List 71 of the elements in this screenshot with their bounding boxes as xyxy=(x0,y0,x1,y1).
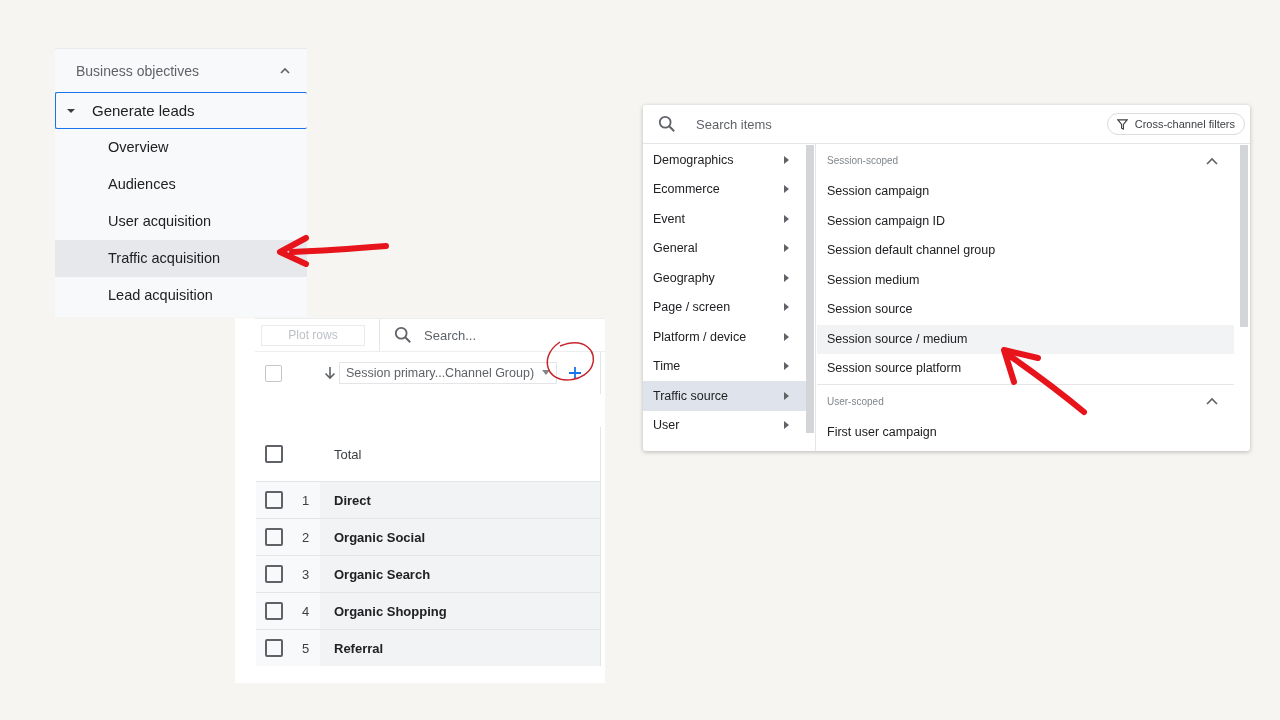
chevron-right-icon xyxy=(784,421,789,430)
chevron-icon[interactable] xyxy=(1206,156,1218,165)
nav-item[interactable]: User acquisition xyxy=(55,203,307,240)
option-item[interactable]: Session medium xyxy=(817,265,1234,295)
filter-icon xyxy=(1116,118,1128,130)
chevron-right-icon xyxy=(784,155,789,164)
search-icon xyxy=(394,326,412,344)
option-item[interactable]: Session source platform xyxy=(817,354,1234,384)
chevron-right-icon xyxy=(784,332,789,341)
checkbox[interactable] xyxy=(265,445,283,463)
total-label: Total xyxy=(334,446,362,462)
scrollbar[interactable] xyxy=(806,145,814,433)
chevron-icon[interactable] xyxy=(279,66,291,75)
group-label: Session-scoped xyxy=(827,155,899,166)
option-item[interactable]: First user campaign xyxy=(817,417,1234,447)
nav-item[interactable]: Lead acquisition xyxy=(55,277,307,314)
nav-item[interactable]: Overview xyxy=(55,129,307,166)
filter-button[interactable]: Cross-channel filters xyxy=(1106,113,1245,135)
category-item[interactable]: Ecommerce xyxy=(643,174,806,204)
circle-annotation xyxy=(546,341,595,381)
nav-group[interactable]: Generate leads xyxy=(55,92,307,129)
category-item[interactable]: Traffic source xyxy=(643,381,806,411)
chevron-right-icon xyxy=(784,185,789,194)
category-item[interactable]: Geography xyxy=(643,263,806,293)
chevron-right-icon xyxy=(784,391,789,400)
category-item[interactable]: General xyxy=(643,233,806,263)
chevron-right-icon xyxy=(784,273,789,282)
row-number: 2 xyxy=(302,529,310,545)
option-item[interactable]: Session source xyxy=(817,295,1234,325)
group-label: User-scoped xyxy=(827,395,884,407)
table-cell: Organic Social xyxy=(320,519,601,555)
option-item[interactable]: Session source / medium xyxy=(817,324,1234,354)
chevron-icon[interactable] xyxy=(1206,397,1218,405)
category-item[interactable]: Page / screen xyxy=(643,292,806,322)
dropdown-caret-icon xyxy=(542,370,551,376)
chevron-right-icon xyxy=(784,303,789,312)
nav-item[interactable]: Traffic acquisition xyxy=(55,240,307,277)
category-item[interactable]: Platform / device xyxy=(643,322,806,352)
checkbox[interactable] xyxy=(265,528,283,546)
chevron-right-icon xyxy=(784,214,789,223)
search-icon xyxy=(658,115,676,133)
table-cell: Organic Search xyxy=(320,556,601,592)
table-cell: Referral xyxy=(320,630,601,666)
dimension-dropdown[interactable]: Session primary...Channel Group) xyxy=(339,362,558,384)
option-item[interactable]: Session campaign ID xyxy=(817,206,1234,236)
category-item[interactable]: Time xyxy=(643,351,806,381)
scrollbar[interactable] xyxy=(1240,145,1248,327)
option-item[interactable]: Session default channel group xyxy=(817,236,1234,266)
row-number: 3 xyxy=(302,566,310,582)
add-dimension-button[interactable] xyxy=(567,365,584,381)
row-number: 4 xyxy=(302,603,310,619)
option-item[interactable]: Session campaign xyxy=(817,177,1234,207)
row-number: 1 xyxy=(302,492,310,508)
checkbox[interactable] xyxy=(265,565,283,583)
search-field[interactable]: Search items xyxy=(694,115,1089,133)
search-field[interactable]: Search... xyxy=(422,326,546,344)
chevron-right-icon xyxy=(784,362,789,371)
table-cell: Direct xyxy=(320,482,601,518)
category-item[interactable]: User xyxy=(643,410,806,440)
checkbox[interactable] xyxy=(265,364,282,382)
category-item[interactable]: Demographics xyxy=(643,145,806,175)
chevron-right-icon xyxy=(784,244,789,253)
row-number: 5 xyxy=(302,640,310,656)
section-label: Business objectives xyxy=(76,62,199,79)
category-item[interactable]: Event xyxy=(643,204,806,234)
checkbox[interactable] xyxy=(265,602,283,620)
checkbox[interactable] xyxy=(265,491,283,509)
table-cell: Organic Shopping xyxy=(320,593,601,629)
checkbox[interactable] xyxy=(265,639,283,657)
nav-item[interactable]: Audiences xyxy=(55,166,307,203)
sort-arrow-icon[interactable] xyxy=(324,366,336,380)
